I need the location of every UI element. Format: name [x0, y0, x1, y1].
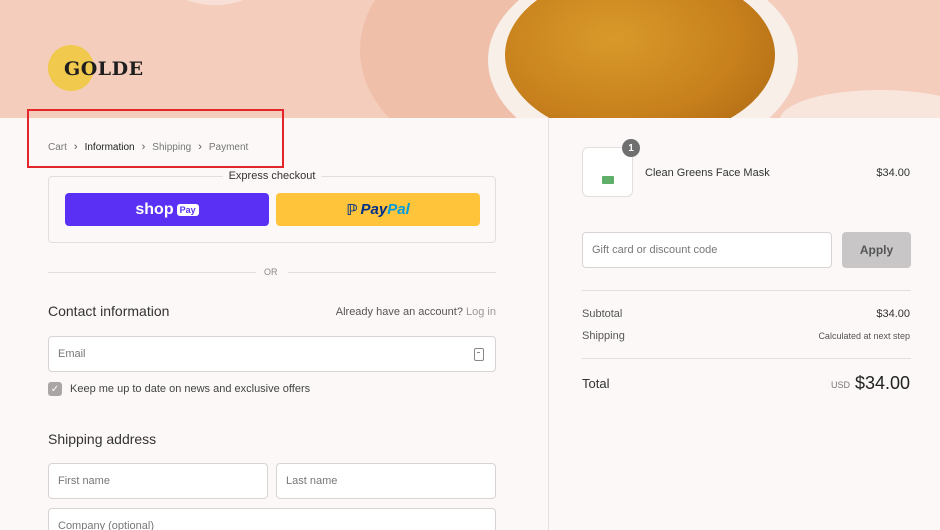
divider-line: [48, 272, 256, 273]
banner-decor: [170, 0, 260, 5]
apply-button[interactable]: Apply: [842, 232, 911, 268]
summary-divider: [582, 290, 911, 291]
product-image: [602, 176, 614, 184]
first-name-field[interactable]: [48, 463, 268, 499]
discount-input[interactable]: [583, 233, 831, 267]
product-price: $34.00: [876, 167, 910, 179]
subtotal-label: Subtotal: [582, 308, 623, 320]
paypal-icon: ℙ: [346, 201, 358, 219]
login-link[interactable]: Log in: [466, 306, 496, 318]
first-name-input[interactable]: [49, 464, 267, 498]
shipping-heading: Shipping address: [48, 431, 157, 447]
email-field[interactable]: [48, 336, 496, 372]
total-label: Total: [582, 376, 610, 391]
shop-pay-chip: Pay: [176, 203, 199, 216]
last-name-input[interactable]: [277, 464, 495, 498]
or-label: OR: [264, 267, 278, 277]
shipping-value: Calculated at next step: [818, 331, 910, 341]
chevron-right-icon: ›: [198, 141, 202, 153]
quantity-badge: 1: [622, 139, 640, 157]
express-checkout-title: Express checkout: [222, 170, 322, 182]
chevron-right-icon: ›: [141, 141, 146, 153]
breadcrumb: Cart › Information › Shipping › Payment: [48, 141, 248, 153]
breadcrumb-cart[interactable]: Cart: [48, 142, 67, 153]
banner-decor: [780, 90, 940, 118]
company-input[interactable]: [49, 509, 495, 530]
honey-image: [505, 0, 775, 118]
product-name: Clean Greens Face Mask: [645, 167, 770, 179]
shipping-label: Shipping: [582, 330, 625, 342]
shop-pay-button[interactable]: shop Pay: [65, 193, 269, 226]
subtotal-value: $34.00: [876, 308, 910, 320]
account-prompt: Already have an account? Log in: [336, 306, 496, 318]
paypal-label-pal: Pal: [387, 201, 410, 218]
contact-heading: Contact information: [48, 303, 170, 319]
account-prompt-text: Already have an account?: [335, 306, 463, 318]
breadcrumb-payment: Payment: [208, 141, 249, 153]
paypal-button[interactable]: ℙ Pay Pal: [276, 193, 480, 226]
chevron-right-icon: ›: [73, 141, 78, 153]
newsletter-label: Keep me up to date on news and exclusive…: [70, 383, 311, 395]
divider-line: [288, 272, 496, 273]
email-input[interactable]: [49, 337, 495, 371]
total-amount: $34.00: [854, 373, 910, 393]
paypal-label-pay: Pay: [360, 201, 388, 218]
breadcrumb-information: Information: [84, 141, 135, 153]
total-currency: USD: [831, 380, 851, 390]
company-field[interactable]: [48, 508, 496, 530]
newsletter-row[interactable]: ✓ Keep me up to date on news and exclusi…: [48, 382, 310, 396]
store-logo[interactable]: GOLDE: [48, 45, 188, 93]
logo-text: GOLDE: [64, 58, 144, 80]
summary-divider: [582, 358, 911, 359]
newsletter-checkbox[interactable]: ✓: [48, 382, 62, 396]
last-name-field[interactable]: [276, 463, 496, 499]
discount-field[interactable]: [582, 232, 832, 268]
contact-card-icon: [474, 348, 484, 361]
breadcrumb-shipping: Shipping: [152, 141, 192, 153]
shop-pay-label: shop: [135, 200, 174, 218]
